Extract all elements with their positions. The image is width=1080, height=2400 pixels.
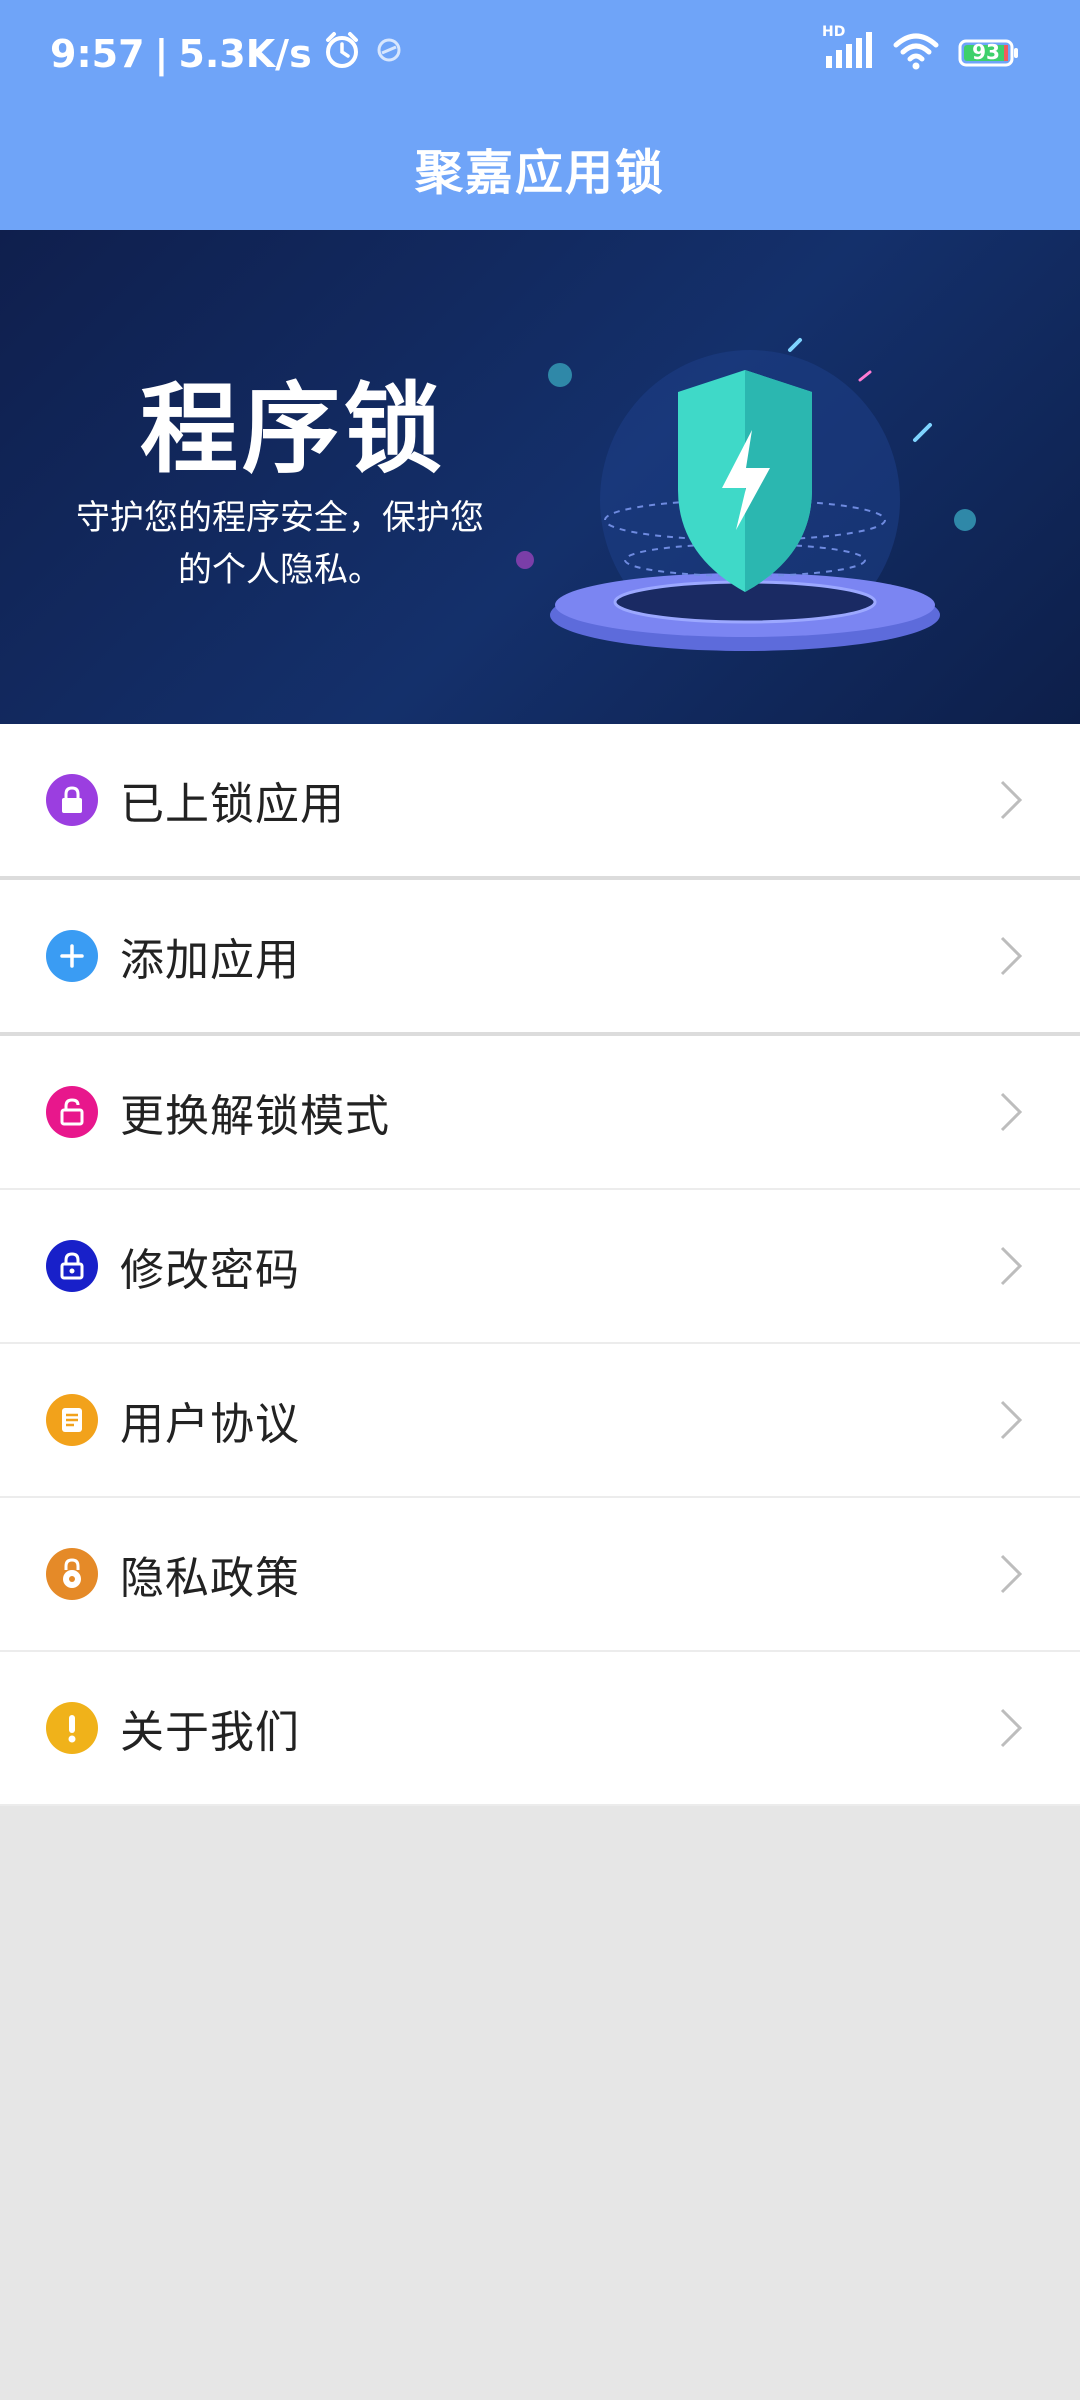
padlock-icon (46, 1548, 98, 1600)
battery-icon: 93 (958, 38, 1020, 68)
menu-item-label: 添加应用 (120, 935, 300, 986)
chevron-right-icon (1000, 780, 1023, 820)
status-separator: | (154, 32, 169, 76)
alarm-icon (322, 30, 362, 79)
chevron-right-icon (1000, 1092, 1023, 1132)
menu-item-label: 更换解锁模式 (120, 1091, 390, 1142)
app-bar: 聚嘉应用锁 (0, 105, 1080, 230)
status-time: 9:57 (50, 32, 145, 76)
status-right: HD 93 (822, 24, 1020, 78)
exclamation-icon (46, 1702, 98, 1754)
menu-item-label: 隐私政策 (120, 1553, 300, 1604)
menu-item-label: 用户协议 (120, 1399, 300, 1450)
shield-illustration (516, 338, 976, 651)
banner-title: 程序锁 (140, 373, 447, 487)
menu-item-locked-apps[interactable]: 已上锁应用 (0, 724, 1080, 880)
wifi-icon (892, 31, 940, 75)
network-type-label: HD (822, 24, 846, 40)
status-bar: 9:57 | 5.3K/s HD 93 (0, 0, 1080, 105)
menu-item-about-us[interactable]: 关于我们 (0, 1652, 1080, 1806)
menu-item-label: 已上锁应用 (120, 779, 345, 830)
lock-icon (46, 1240, 98, 1292)
menu-item-label: 修改密码 (120, 1245, 300, 1296)
menu-item-add-app[interactable]: 添加应用 (0, 880, 1080, 1036)
plus-icon (46, 930, 98, 982)
signal-icon: HD (822, 24, 874, 76)
menu-item-change-unlock-mode[interactable]: 更换解锁模式 (0, 1036, 1080, 1190)
menu-item-change-password[interactable]: 修改密码 (0, 1190, 1080, 1344)
banner: 程序锁 守护您的程序安全，保护您的个人隐私。 (0, 230, 1080, 724)
menu-item-privacy-policy[interactable]: 隐私政策 (0, 1498, 1080, 1652)
notification-icon (372, 32, 406, 76)
menu-item-label: 关于我们 (120, 1707, 300, 1758)
chevron-right-icon (1000, 936, 1023, 976)
menu-list: 已上锁应用 添加应用 更换解锁模式 修改密码 用户协议 隐私政策 关于我们 (0, 724, 1080, 1806)
page-title: 聚嘉应用锁 (414, 144, 665, 201)
unlock-icon (46, 1086, 98, 1138)
banner-subtitle: 守护您的程序安全，保护您的个人隐私。 (76, 498, 484, 590)
status-network-speed: 5.3K/s (178, 32, 312, 76)
menu-item-user-agreement[interactable]: 用户协议 (0, 1344, 1080, 1498)
document-icon (46, 1394, 98, 1446)
chevron-right-icon (1000, 1246, 1023, 1286)
chevron-right-icon (1000, 1554, 1023, 1594)
battery-level: 93 (972, 40, 1000, 64)
chevron-right-icon (1000, 1708, 1023, 1748)
chevron-right-icon (1000, 1400, 1023, 1440)
status-left: 9:57 | 5.3K/s (50, 24, 406, 84)
lock-icon (46, 774, 98, 826)
